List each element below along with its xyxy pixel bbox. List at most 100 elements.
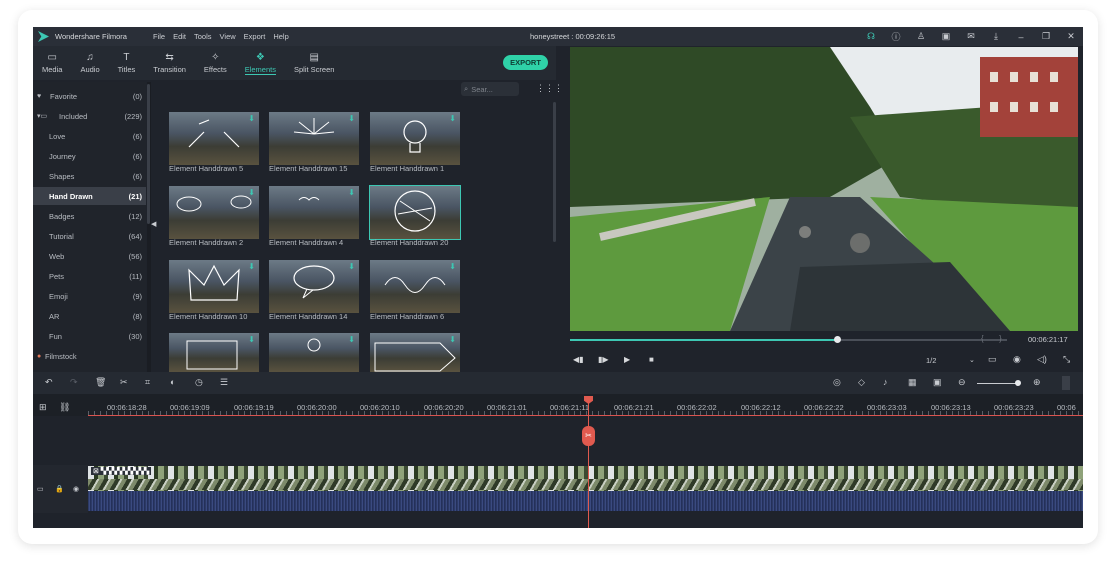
element-thumbnail[interactable]: ⬇ bbox=[370, 260, 460, 313]
video-preview[interactable] bbox=[570, 47, 1078, 331]
play-reverse-icon[interactable]: ▮▶ bbox=[598, 355, 609, 364]
sidebar-item-ar[interactable]: AR (8) bbox=[33, 307, 146, 325]
sidebar-item-web[interactable]: Web (56) bbox=[33, 247, 146, 265]
zoom-slider[interactable] bbox=[977, 383, 1019, 384]
sidebar-item-pets[interactable]: Pets (11) bbox=[33, 267, 146, 285]
mail-icon[interactable]: ✉ bbox=[965, 31, 977, 42]
zoom-out-icon[interactable]: ⊖ bbox=[958, 377, 966, 388]
tab-split-screen[interactable]: ▤ Split Screen bbox=[285, 46, 343, 80]
element-grid-scrollbar[interactable] bbox=[553, 102, 556, 242]
element-thumbnail[interactable]: ⬇ bbox=[370, 112, 460, 165]
add-track-icon[interactable]: ⊞ bbox=[39, 402, 47, 413]
element-thumbnail[interactable]: ⬇ bbox=[169, 260, 259, 313]
sidebar-item-filmstock[interactable]: ● Filmstock bbox=[33, 347, 146, 365]
element-thumbnail[interactable]: ⬇ bbox=[269, 260, 359, 313]
menu-edit[interactable]: Edit bbox=[173, 32, 186, 41]
audio-waveform[interactable] bbox=[88, 491, 1083, 511]
collapse-sidebar-icon[interactable]: ◀ bbox=[151, 220, 156, 228]
menu-tools[interactable]: Tools bbox=[194, 32, 212, 41]
filmora-window: Wondershare Filmora File Edit Tools View… bbox=[33, 27, 1083, 528]
timeline-grip[interactable] bbox=[1062, 376, 1070, 390]
sidebar-item-badges[interactable]: Badges (12) bbox=[33, 207, 146, 225]
preview-quality-select[interactable]: 1/2 bbox=[926, 356, 936, 365]
grid-view-icon[interactable]: ⋮⋮⋮ bbox=[536, 83, 563, 94]
progress-knob[interactable] bbox=[833, 336, 841, 343]
element-thumbnail[interactable]: ⬇ bbox=[169, 333, 259, 372]
sidebar-item-journey[interactable]: Journey (6) bbox=[33, 147, 146, 165]
menu-help[interactable]: Help bbox=[273, 32, 288, 41]
tab-audio[interactable]: ♫ Audio bbox=[71, 46, 108, 80]
sidebar-item-hand-drawn[interactable]: Hand Drawn (21) bbox=[33, 187, 146, 205]
voiceover-icon[interactable]: ▦ bbox=[908, 377, 917, 388]
zoom-in-icon[interactable]: ⊕ bbox=[1033, 377, 1041, 388]
render-icon[interactable]: ◎ bbox=[833, 377, 841, 388]
search-input[interactable]: ⌕ Sear... bbox=[461, 82, 519, 96]
support-icon[interactable]: ☊ bbox=[865, 31, 877, 42]
element-caption: Element Handdrawn 6 bbox=[370, 312, 445, 321]
element-thumbnail[interactable]: ⬇ bbox=[370, 333, 460, 372]
lock-icon[interactable]: 🔒 bbox=[55, 485, 64, 493]
microphone-icon[interactable]: ♪ bbox=[883, 377, 888, 387]
split-scissors-icon[interactable]: ✂ bbox=[582, 426, 595, 446]
tab-label: Audio bbox=[80, 65, 100, 74]
crop-icon[interactable]: ⌗ bbox=[145, 377, 150, 388]
menu-file[interactable]: File bbox=[153, 32, 165, 41]
info-icon[interactable]: ⓘ bbox=[890, 30, 902, 43]
sidebar-item-count: (30) bbox=[128, 331, 142, 341]
element-thumbnail-selected[interactable] bbox=[369, 185, 461, 240]
menu-export[interactable]: Export bbox=[244, 32, 266, 41]
play-icon[interactable]: ▶ bbox=[624, 355, 630, 364]
playhead-line[interactable] bbox=[588, 397, 589, 528]
ruler-label: 00:06:20:10 bbox=[360, 403, 400, 412]
sidebar-item-emoji[interactable]: Emoji (9) bbox=[33, 287, 146, 305]
color-icon[interactable]: ◐ bbox=[170, 377, 175, 387]
download-icon[interactable]: ⤓ bbox=[990, 31, 1002, 42]
mark-out-icon[interactable]: } bbox=[999, 334, 1002, 343]
stop-icon[interactable]: ■ bbox=[649, 355, 654, 364]
tab-elements[interactable]: ❖ Elements bbox=[236, 46, 285, 80]
visibility-icon[interactable]: ◉ bbox=[73, 485, 79, 493]
marker-icon[interactable]: ◇ bbox=[858, 377, 865, 388]
ruler-label: 00:06 bbox=[1057, 403, 1076, 412]
element-thumbnail[interactable]: ⬇ bbox=[169, 186, 259, 239]
display-icon[interactable]: ▭ bbox=[988, 354, 997, 365]
chevron-down-icon[interactable]: ⌄ bbox=[969, 356, 975, 364]
fullscreen-icon[interactable]: ⤡ bbox=[1063, 354, 1070, 365]
zoom-slider-knob[interactable] bbox=[1015, 380, 1021, 386]
sidebar-item-included[interactable]: ▾▭ Included (229) bbox=[33, 107, 146, 125]
element-thumbnail[interactable]: ⬇ bbox=[269, 112, 359, 165]
tab-media[interactable]: ▭ Media bbox=[33, 46, 71, 80]
tab-transition[interactable]: ⇆ Transition bbox=[144, 46, 195, 80]
minimize-icon[interactable]: – bbox=[1015, 32, 1027, 42]
restore-icon[interactable]: ❐ bbox=[1040, 31, 1052, 42]
snapshot-icon[interactable]: ◉ bbox=[1013, 354, 1021, 365]
delete-icon[interactable]: 🗑 bbox=[95, 377, 106, 388]
previous-frame-icon[interactable]: ◀▮ bbox=[573, 355, 584, 364]
sidebar-item-shapes[interactable]: Shapes (6) bbox=[33, 167, 146, 185]
redo-icon[interactable]: ↷ bbox=[70, 377, 78, 388]
sidebar-item-favorite[interactable]: ♥ Favorite (0) bbox=[33, 87, 146, 105]
menu-view[interactable]: View bbox=[220, 32, 236, 41]
playback-progress-bar[interactable] bbox=[570, 336, 1007, 343]
element-thumbnail[interactable]: ⬇ bbox=[269, 186, 359, 239]
tab-titles[interactable]: T Titles bbox=[109, 46, 145, 80]
element-thumbnail[interactable]: ⬇ bbox=[169, 112, 259, 165]
save-icon[interactable]: ▣ bbox=[940, 31, 952, 42]
element-thumbnail[interactable]: ⬇ bbox=[269, 333, 359, 372]
cut-icon[interactable]: ✂ bbox=[120, 377, 128, 388]
audio-adjust-icon[interactable]: ☰ bbox=[220, 377, 228, 388]
sidebar-item-love[interactable]: Love (6) bbox=[33, 127, 146, 145]
sidebar-item-label: Filmstock bbox=[45, 351, 77, 361]
undo-icon[interactable]: ↶ bbox=[45, 377, 53, 388]
tab-effects[interactable]: ✧ Effects bbox=[195, 46, 236, 80]
detach-icon[interactable]: ▣ bbox=[933, 377, 942, 388]
export-button[interactable]: EXPORT bbox=[503, 55, 548, 70]
link-icon[interactable]: ⛓ bbox=[59, 402, 70, 413]
close-icon[interactable]: ✕ bbox=[1065, 31, 1077, 42]
account-icon[interactable]: ♙ bbox=[915, 31, 927, 42]
mark-in-icon[interactable]: { bbox=[981, 334, 984, 343]
sidebar-item-tutorial[interactable]: Tutorial (64) bbox=[33, 227, 146, 245]
volume-icon[interactable]: ◁) bbox=[1037, 354, 1047, 365]
sidebar-item-fun[interactable]: Fun (30) bbox=[33, 327, 146, 345]
speed-icon[interactable]: ◷ bbox=[195, 377, 203, 388]
